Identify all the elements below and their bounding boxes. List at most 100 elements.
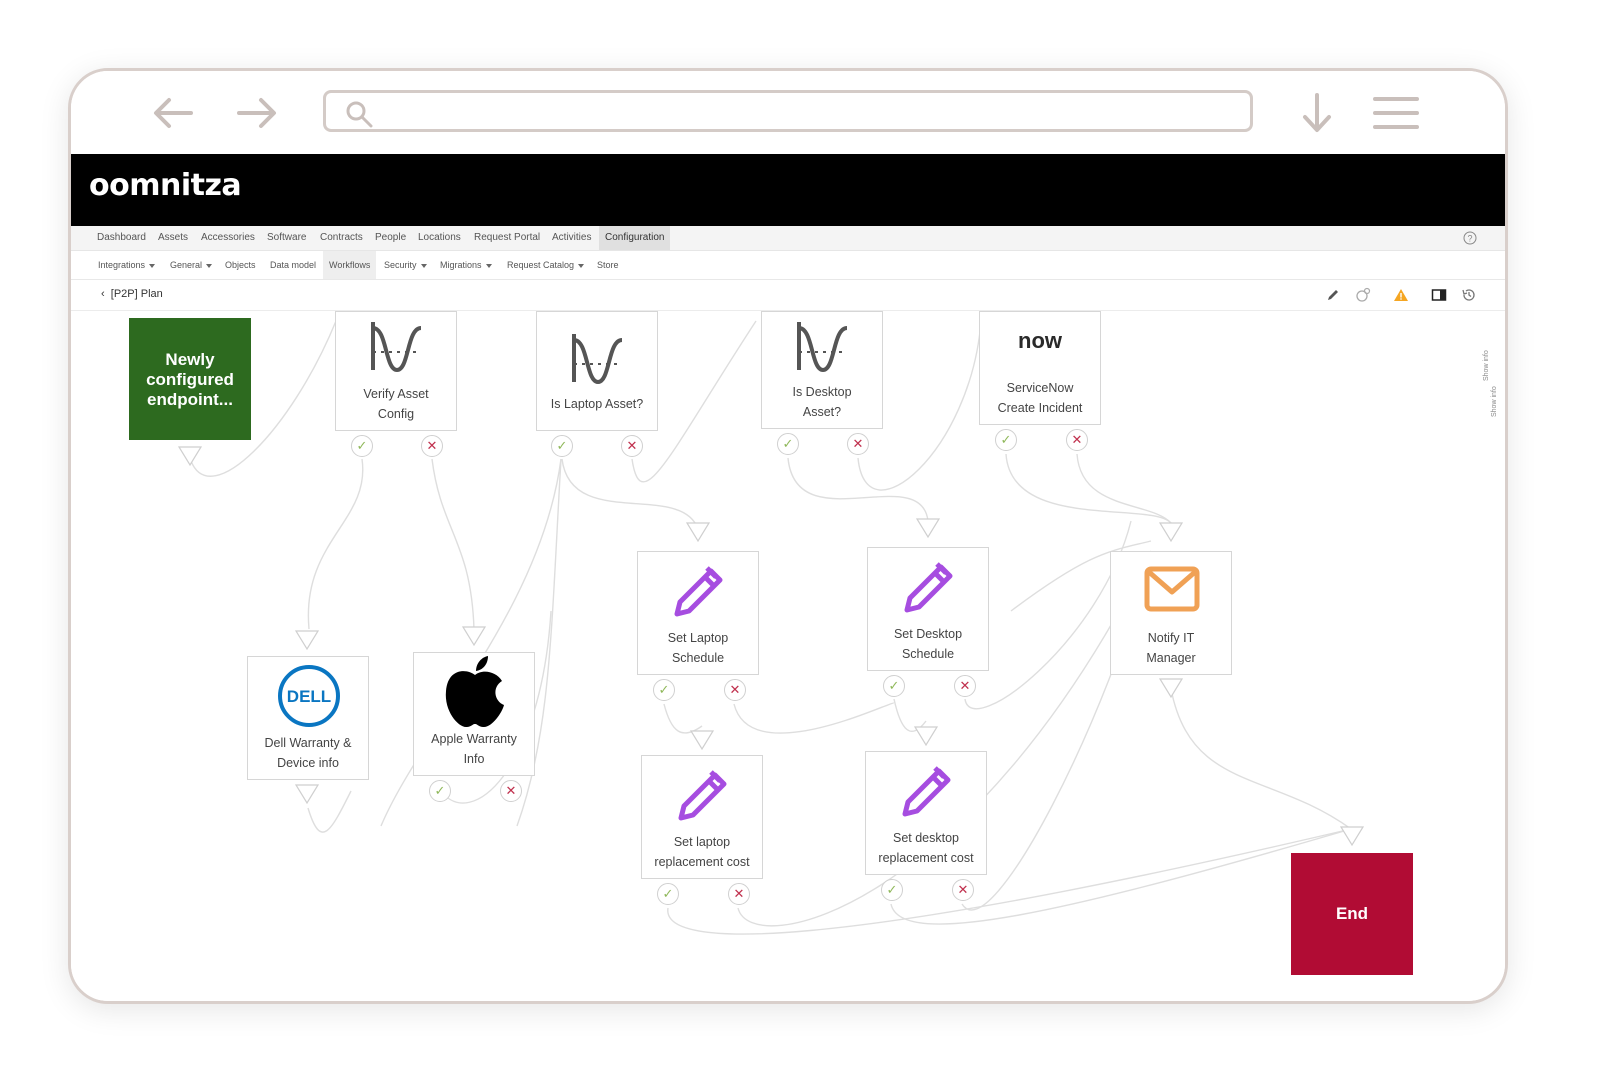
node-servicenow-create-incident[interactable]: now ServiceNow Create Incident [979,311,1101,425]
nav-configuration[interactable]: Configuration [599,226,671,250]
failure-port-icon[interactable]: ✕ [728,883,750,905]
output-connector-icon[interactable] [1158,677,1184,699]
node-label: Schedule [671,651,725,665]
caret-down-icon [206,263,213,268]
node-is-laptop-asset[interactable]: Is Laptop Asset? [536,311,658,431]
condition-icon [371,322,422,373]
input-connector-icon[interactable] [913,725,939,747]
nav-request-portal[interactable]: Request Portal [474,226,540,250]
caret-down-icon [149,263,156,268]
node-label: Set desktop [892,831,959,845]
caret-down-icon [578,263,585,268]
workflow-canvas[interactable]: Newly configured endpoint... Verify Asse… [71,311,1505,1001]
success-port-icon[interactable]: ✓ [995,429,1017,451]
end-node[interactable]: End [1291,853,1413,975]
node-is-desktop-asset[interactable]: Is Desktop Asset? [761,311,883,429]
back-arrow-icon[interactable] [151,91,195,135]
warning-icon[interactable] [1393,287,1409,303]
nav-assets[interactable]: Assets [158,226,188,250]
node-label: Apple Warranty [431,732,517,746]
input-connector-icon[interactable] [1339,825,1365,847]
node-label: Device info [277,756,339,770]
start-node[interactable]: Newly configured endpoint... [129,318,251,440]
node-set-desktop-schedule[interactable]: Set Desktop Schedule [867,547,989,671]
address-input[interactable] [382,97,1246,129]
success-port-icon[interactable]: ✓ [551,435,573,457]
node-label: Is Desktop [792,385,852,399]
failure-port-icon[interactable]: ✕ [952,879,974,901]
settings-badge-icon[interactable] [1355,287,1371,303]
subnav-store[interactable]: Store [597,251,619,279]
back-to-workflows-link[interactable]: ‹ [P2P] Plan [101,288,163,300]
address-bar[interactable] [323,90,1253,132]
subnav-request-catalog[interactable]: Request Catalog [507,251,585,279]
node-label: ServiceNow [1006,381,1074,395]
nav-dashboard[interactable]: Dashboard [97,226,146,250]
failure-port-icon[interactable]: ✕ [421,435,443,457]
failure-port-icon[interactable]: ✕ [847,433,869,455]
input-connector-icon[interactable] [294,629,320,651]
node-label: Set laptop [673,835,731,849]
node-apple-warranty[interactable]: Apple Warranty Info [413,652,535,776]
input-connector-icon[interactable] [685,521,711,543]
failure-port-icon[interactable]: ✕ [954,675,976,697]
success-port-icon[interactable]: ✓ [883,675,905,697]
hamburger-menu-icon[interactable] [1373,95,1419,131]
nav-contracts[interactable]: Contracts [320,226,363,250]
nav-activities[interactable]: Activities [552,226,591,250]
node-verify-asset-config[interactable]: Verify Asset Config [335,311,457,431]
node-label: Verify Asset [363,387,429,401]
failure-port-icon[interactable]: ✕ [1066,429,1088,451]
nav-accessories[interactable]: Accessories [201,226,255,250]
node-set-desktop-replacement-cost[interactable]: Set desktop replacement cost [865,751,987,875]
subnav-workflows[interactable]: Workflows [323,251,377,279]
subnav-migrations[interactable]: Migrations [440,251,492,279]
nav-people[interactable]: People [375,226,406,250]
node-set-laptop-replacement-cost[interactable]: Set laptop replacement cost [641,755,763,879]
forward-arrow-icon[interactable] [235,91,279,135]
input-connector-icon[interactable] [461,625,487,647]
node-label: replacement cost [654,855,750,869]
subnav-label: Security [384,260,417,270]
node-set-laptop-schedule[interactable]: Set Laptop Schedule [637,551,759,675]
search-icon [346,101,373,128]
input-connector-icon[interactable] [1158,521,1184,543]
success-port-icon[interactable]: ✓ [653,679,675,701]
node-notify-it-manager[interactable]: Notify IT Manager [1110,551,1232,675]
success-port-icon[interactable]: ✓ [881,879,903,901]
app-header: oomnitza [71,154,1505,226]
input-connector-icon[interactable] [915,517,941,539]
nav-software[interactable]: Software [267,226,306,250]
nav-locations[interactable]: Locations [418,226,461,250]
workflow-title: [P2P] Plan [110,288,163,300]
svg-text:?: ? [1467,234,1472,244]
output-connector-icon[interactable] [177,445,203,467]
pencil-edit-icon[interactable] [1325,287,1341,303]
success-port-icon[interactable]: ✓ [429,780,451,802]
node-label: Manager [1146,651,1196,665]
subnav-objects[interactable]: Objects [225,251,256,279]
oomnitza-logo[interactable]: oomnitza [89,168,242,203]
subnav-general[interactable]: General [170,251,213,279]
success-port-icon[interactable]: ✓ [657,883,679,905]
help-icon[interactable]: ? [1463,231,1477,245]
download-icon[interactable] [1299,91,1335,135]
subnav-security[interactable]: Security [384,251,427,279]
node-dell-warranty[interactable]: DELL Dell Warranty & Device info [247,656,369,780]
show-info-tab[interactable]: Show info [1491,386,1498,417]
show-info-tab[interactable]: Show info [1483,350,1490,381]
input-connector-icon[interactable] [689,729,715,751]
subnav-integrations[interactable]: Integrations [98,251,156,279]
failure-port-icon[interactable]: ✕ [621,435,643,457]
failure-port-icon[interactable]: ✕ [500,780,522,802]
pencil-icon [678,770,727,821]
success-port-icon[interactable]: ✓ [351,435,373,457]
history-icon[interactable] [1461,287,1477,303]
success-port-icon[interactable]: ✓ [777,433,799,455]
subnav-data-model[interactable]: Data model [270,251,316,279]
subnav-label: Request Catalog [507,260,575,270]
output-connector-icon[interactable] [294,783,320,805]
panel-toggle-icon[interactable] [1431,287,1447,303]
pencil-icon [902,766,951,817]
failure-port-icon[interactable]: ✕ [724,679,746,701]
